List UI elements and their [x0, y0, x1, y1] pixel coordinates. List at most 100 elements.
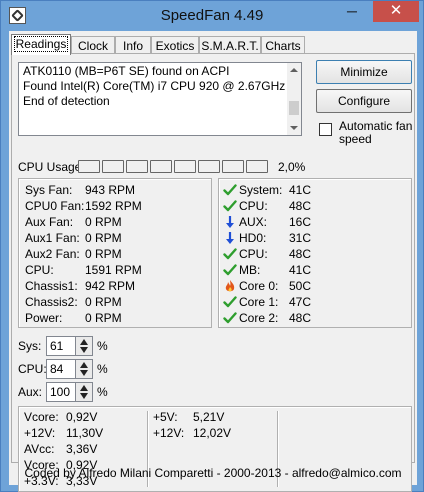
percent-unit: %: [97, 385, 108, 399]
sensor-name: AUX:: [239, 215, 268, 229]
temperature-row: MB: 41C: [223, 263, 403, 277]
temperature-value: 48C: [289, 247, 312, 261]
log-line: ATK0110 (MB=P6T SE) found on ACPI: [23, 64, 230, 78]
temperature-value: 50C: [289, 279, 312, 293]
up-down-arrows-icon[interactable]: [76, 383, 92, 401]
fan-name: Power:: [25, 311, 63, 325]
readings-panel: ATK0110 (MB=P6T SE) found on ACPI Found …: [11, 53, 415, 492]
tab-exotics[interactable]: Exotics: [151, 36, 199, 54]
temperature-value: 48C: [289, 311, 312, 325]
temperature-value: 16C: [289, 215, 312, 229]
percent-unit: %: [97, 362, 108, 376]
cpu-speed-label: CPU:: [18, 362, 47, 376]
temperature-row: AUX: 16C: [223, 215, 403, 229]
temperature-row: CPU: 48C: [223, 199, 403, 213]
check-icon: [223, 247, 237, 261]
fan-reading-row: Chassis2: 0 RPM: [25, 295, 205, 309]
voltage-value: 5,21V: [193, 410, 225, 424]
tab-readings[interactable]: Readings: [11, 34, 71, 55]
detection-log[interactable]: ATK0110 (MB=P6T SE) found on ACPI Found …: [18, 62, 302, 136]
fan-rpm-value: 0 RPM: [85, 231, 122, 245]
voltage-row: +12V: 11,30V: [24, 426, 139, 440]
aux-speed-input[interactable]: 100: [46, 382, 77, 402]
cpu-usage-segment: [126, 160, 148, 173]
tab-clock[interactable]: Clock: [71, 36, 115, 54]
aux-speed-spinner[interactable]: [75, 382, 93, 402]
fan-reading-row: CPU: 1591 RPM: [25, 263, 205, 277]
voltage-name: +12V:: [153, 426, 185, 440]
fan-rpm-value: 942 RPM: [85, 279, 136, 293]
fan-rpm-value: 0 RPM: [85, 247, 122, 261]
fan-rpm-value: 0 RPM: [85, 311, 122, 325]
auto-fan-speed-checkbox[interactable]: [319, 123, 332, 136]
check-icon: [223, 199, 237, 213]
sensor-name: CPU:: [239, 199, 268, 213]
sensor-name: Core 1:: [239, 295, 279, 309]
voltage-value: 12,02V: [193, 426, 232, 440]
cpu-usage-value: 2,0%: [278, 160, 306, 174]
temperature-value: 48C: [289, 199, 312, 213]
cpu-usage-segment: [150, 160, 172, 173]
sensor-name: CPU:: [239, 247, 268, 261]
up-down-arrows-icon[interactable]: [76, 337, 92, 355]
fan-name: CPU:: [25, 263, 54, 277]
voltage-row: +5V: 5,21V: [153, 410, 268, 424]
check-icon: [223, 295, 237, 309]
fan-reading-row: Aux2 Fan: 0 RPM: [25, 247, 205, 261]
scroll-down-icon[interactable]: [290, 126, 298, 130]
tab-charts[interactable]: Charts: [261, 36, 305, 54]
voltage-name: Vcore:: [24, 410, 59, 424]
scroll-thumb[interactable]: [289, 101, 299, 115]
voltage-row: Vcore: 0,92V: [24, 410, 139, 424]
temperature-row: Core 1: 47C: [223, 295, 403, 309]
check-icon: [223, 183, 237, 197]
temperature-row: Core 2: 48C: [223, 311, 403, 325]
cpu-speed-input[interactable]: 84: [46, 359, 77, 379]
fan-rpm-value: 0 RPM: [85, 215, 122, 229]
fan-reading-row: Power: 0 RPM: [25, 311, 205, 325]
fan-reading-row: Aux Fan: 0 RPM: [25, 215, 205, 229]
up-down-arrows-icon[interactable]: [76, 360, 92, 378]
cpu-usage-segment: [198, 160, 220, 173]
sys-speed-label: Sys:: [18, 339, 42, 353]
fan-rpm-value: 943 RPM: [85, 183, 136, 197]
fan-name: Sys Fan:: [25, 183, 73, 197]
minimize-button[interactable]: Minimize: [316, 60, 412, 84]
tab-info[interactable]: Info: [115, 36, 151, 54]
cpu-usage-segment: [246, 160, 268, 173]
fan-rpm-value: 1592 RPM: [85, 199, 142, 213]
voltage-value: 3,36V: [66, 442, 98, 456]
cpu-usage-segment: [78, 160, 100, 173]
fan-name: Aux1 Fan:: [25, 231, 80, 245]
down-arrow-icon: [223, 231, 237, 245]
fan-reading-row: Chassis1: 942 RPM: [25, 279, 205, 293]
fan-name: CPU0 Fan:: [25, 199, 85, 213]
tab-smart[interactable]: S.M.A.R.T.: [199, 36, 261, 54]
voltage-value: 0,92V: [66, 410, 98, 424]
window-minimize-button[interactable]: ─: [339, 1, 365, 22]
down-arrow-icon: [223, 215, 237, 229]
fan-rpm-value: 1591 RPM: [85, 263, 142, 277]
cpu-speed-spinner[interactable]: [75, 359, 93, 379]
configure-button[interactable]: Configure: [316, 89, 412, 113]
temperatures-group: System: 41C CPU: 48C AUX: 16C HD0: 31C CPU: 48C MB…: [218, 178, 412, 328]
log-line: End of detection: [23, 94, 110, 108]
cpu-usage-label: CPU Usage: [18, 160, 82, 174]
titlebar[interactable]: SpeedFan 4.49 ─ ✕: [1, 1, 423, 31]
temperature-row: Core 0: 50C: [223, 279, 403, 293]
log-scrollbar[interactable]: [287, 63, 301, 135]
fan-name: Chassis2:: [25, 295, 78, 309]
aux-speed-label: Aux:: [18, 385, 43, 399]
temperature-value: 31C: [289, 231, 312, 245]
scroll-up-icon[interactable]: [290, 68, 298, 72]
sys-speed-input[interactable]: 61: [46, 336, 77, 356]
sys-speed-spinner[interactable]: [75, 336, 93, 356]
window-close-button[interactable]: ✕: [373, 1, 419, 22]
temperature-value: 47C: [289, 295, 312, 309]
temperature-row: System: 41C: [223, 183, 403, 197]
log-text: ATK0110 (MB=P6T SE) found on ACPI Found …: [23, 64, 285, 109]
fan-reading-row: Sys Fan: 943 RPM: [25, 183, 205, 197]
check-icon: [223, 311, 237, 325]
fan-reading-row: Aux1 Fan: 0 RPM: [25, 231, 205, 245]
percent-unit: %: [97, 339, 108, 353]
